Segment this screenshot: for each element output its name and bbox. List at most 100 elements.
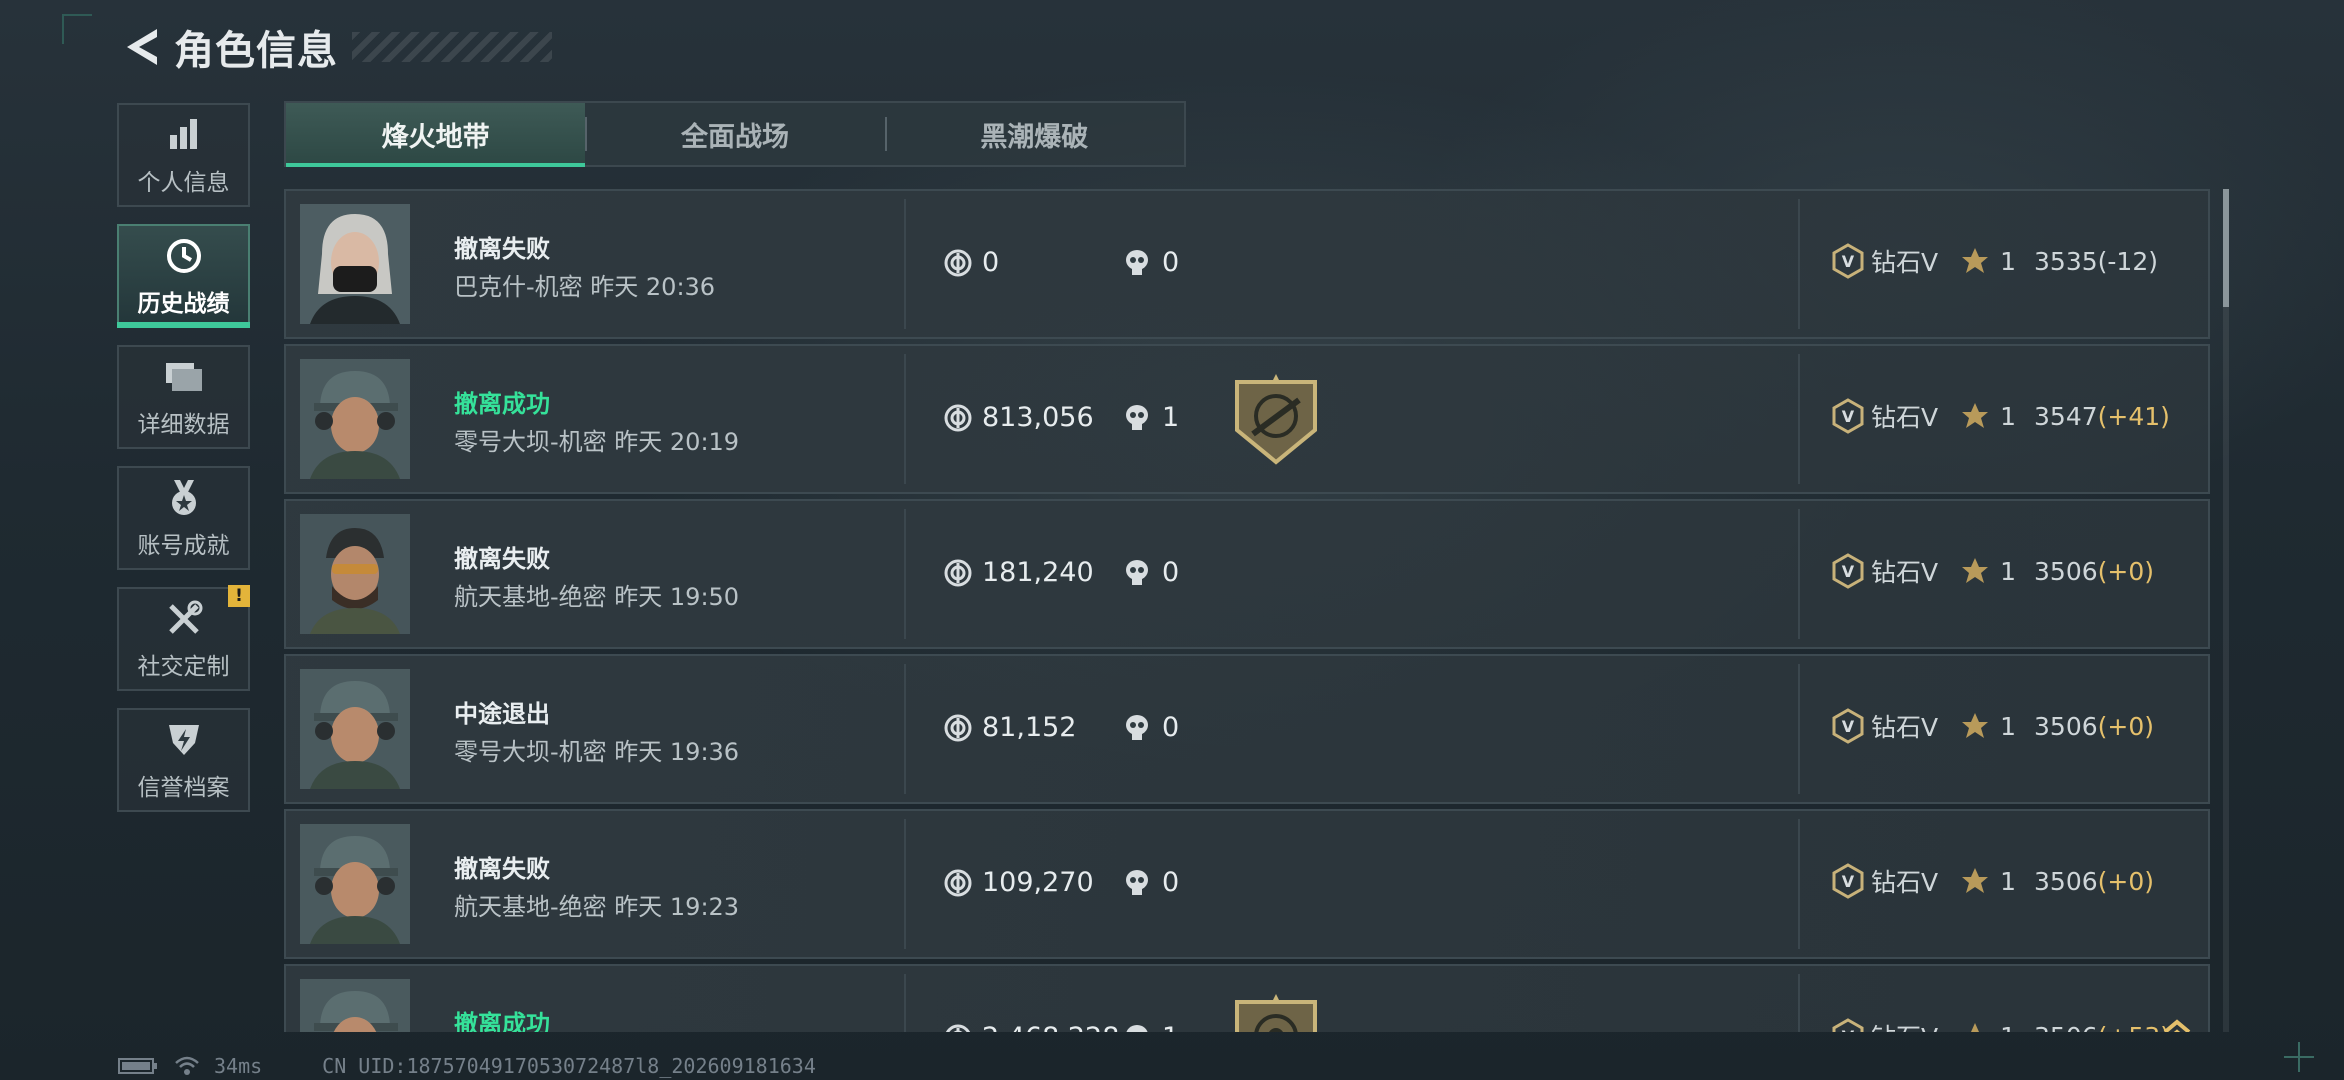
match-status: 中途退出 [454, 700, 550, 728]
match-map-time: 零号大坝-机密 昨天 20:19 [454, 428, 740, 456]
status-bar: 34ms CN UID:1875704917053072487l8_202609… [118, 1052, 816, 1080]
rank-info: V 钻石V 1 3506(+53) [1831, 1018, 2170, 1032]
kill-count: 0 [1124, 247, 1179, 278]
operator-avatar [300, 979, 410, 1032]
coin-icon [944, 714, 972, 741]
loot-value: 813,056 [944, 402, 1094, 433]
rank-info: V 钻石V 1 3535 (-12) [1831, 243, 2158, 279]
tab-operations[interactable]: 烽火地带 [286, 103, 586, 167]
sidebar-item-detailed-data[interactable]: 详细数据 [117, 345, 250, 449]
diamond-rank-icon: V [1832, 863, 1864, 899]
svg-text:V: V [1842, 407, 1855, 426]
kill-count: 0 [1124, 867, 1179, 898]
row-divider [904, 664, 906, 794]
sidebar-item-label: 详细数据 [137, 412, 230, 438]
match-row[interactable]: 撤离成功 2,468,228 1 V 钻石V 1 3506(+53) [284, 964, 2210, 1032]
match-row[interactable]: 撤离失败 巴克什-机密 昨天 20:36 0 0 V 钻石V 1 3535 (-1… [284, 189, 2210, 339]
kill-count-text: 0 [1162, 247, 1180, 278]
match-status: 撤离失败 [454, 855, 550, 883]
extraction-medal[interactable] [1231, 374, 1321, 470]
back-button[interactable] [118, 22, 164, 72]
scroll-thumb[interactable] [2223, 189, 2229, 307]
sidebar-item-personal-info[interactable]: 个人信息 [117, 103, 250, 207]
tab-blackout[interactable]: 黑潮爆破 [884, 103, 1184, 165]
sidebar-item-match-history[interactable]: 历史战绩 [117, 224, 250, 328]
kill-count-text: 0 [1162, 867, 1180, 898]
clock-icon [162, 234, 206, 278]
match-status: 撤离失败 [454, 235, 550, 263]
diamond-rank-icon: V [1832, 553, 1864, 589]
medal-icon [162, 476, 206, 520]
skull-icon [1126, 869, 1148, 895]
match-row[interactable]: 撤离失败 航天基地-绝密 昨天 19:23 109,270 0 V 钻石V 1 … [284, 809, 2210, 959]
mode-tabs: 烽火地带 全面战场 黑潮爆破 [284, 101, 1186, 167]
match-map-time: 零号大坝-机密 昨天 19:36 [454, 738, 740, 766]
star-count: 1 [2000, 711, 2017, 741]
rank-info: V 钻石V 1 3547 (+41) [1831, 398, 2170, 434]
target-medal-icon [1235, 994, 1317, 1032]
rank-info: V 钻石V 1 3506 (+0) [1831, 863, 2154, 899]
kill-count: 0 [1124, 557, 1179, 588]
list-scrollbar[interactable] [2223, 189, 2229, 1032]
svg-text:V: V [1842, 562, 1855, 581]
match-row[interactable]: 中途退出 零号大坝-机密 昨天 19:36 81,152 0 V 钻石V 1 3… [284, 654, 2210, 804]
shield-bolt-icon [162, 718, 206, 762]
page-title: 角色信息 [174, 28, 338, 74]
star-icon [1962, 713, 1989, 738]
match-map-time: 航天基地-绝密 昨天 19:50 [454, 583, 740, 611]
skull-icon [1126, 559, 1148, 585]
loot-value-text: 813,056 [982, 402, 1094, 433]
match-status: 撤离成功 [454, 1010, 550, 1032]
loot-value: 0 [944, 247, 999, 278]
sidebar-item-label: 账号成就 [137, 533, 230, 559]
loot-value-text: 81,152 [982, 712, 1077, 743]
match-row[interactable]: 撤离成功 零号大坝-机密 昨天 20:19 813,056 1 V 钻石V 1 … [284, 344, 2210, 494]
row-divider [1798, 509, 1800, 639]
match-status: 撤离成功 [454, 390, 550, 418]
rank-name: 钻石V [1871, 1018, 1938, 1032]
skull-icon [1126, 714, 1148, 740]
loot-value-text: 0 [982, 247, 1000, 278]
score-delta: (+0) [2097, 556, 2155, 586]
sidebar-item-achievements[interactable]: 账号成就 [117, 466, 250, 570]
loot-value: 81,152 [944, 712, 1076, 743]
kill-count: 1 [1124, 402, 1179, 433]
sidebar-item-social-custom[interactable]: ! 社交定制 [117, 585, 250, 691]
kill-count: 1 [1124, 1022, 1179, 1032]
row-divider [904, 199, 906, 329]
page-header: 角色信息 [118, 22, 552, 74]
star-icon [1962, 248, 1989, 273]
score-delta: (+53) [2098, 1022, 2170, 1033]
star-count: 1 [2000, 1022, 2016, 1033]
svg-text:V: V [1842, 872, 1855, 891]
star-count: 1 [2000, 556, 2017, 586]
row-divider [1798, 664, 1800, 794]
match-row[interactable]: 撤离失败 航天基地-绝密 昨天 19:50 181,240 0 V 钻石V 1 … [284, 499, 2210, 649]
svg-text:V: V [1842, 252, 1855, 271]
loot-value-text: 109,270 [982, 867, 1094, 898]
sidebar: 个人信息 历史战绩 详细数据 账号成就 ! 社交定制 信誉档案 [117, 103, 254, 829]
corner-decoration [62, 14, 92, 44]
diamond-rank-icon: V [1832, 708, 1864, 744]
score-delta: (+0) [2097, 866, 2155, 896]
rifle-medal-icon [1235, 374, 1317, 465]
skull-icon [1126, 249, 1148, 275]
sidebar-item-credit-record[interactable]: 信誉档案 [117, 708, 250, 812]
kill-count-text: 1 [1162, 1022, 1179, 1032]
rank-score: 3506 [2034, 711, 2098, 741]
row-divider [904, 974, 906, 1032]
coin-icon [944, 249, 972, 276]
row-divider [904, 509, 906, 639]
loot-value-text: 2,468,228 [982, 1022, 1119, 1032]
rank-name: 钻石V [1871, 558, 1939, 587]
sidebar-item-label: 信誉档案 [137, 775, 230, 801]
extraction-medal[interactable] [1231, 994, 1321, 1032]
rank-info: V 钻石V 1 3506 (+0) [1831, 708, 2154, 744]
rank-score: 3506 [2034, 1022, 2098, 1033]
rank-name: 钻石V [1871, 713, 1939, 742]
skull-icon [1126, 1024, 1148, 1032]
rank-score: 3506 [2034, 866, 2098, 896]
rank-score: 3535 [2034, 246, 2098, 276]
tab-warfare[interactable]: 全面战场 [585, 103, 884, 165]
loot-value: 2,468,228 [944, 1022, 1119, 1032]
